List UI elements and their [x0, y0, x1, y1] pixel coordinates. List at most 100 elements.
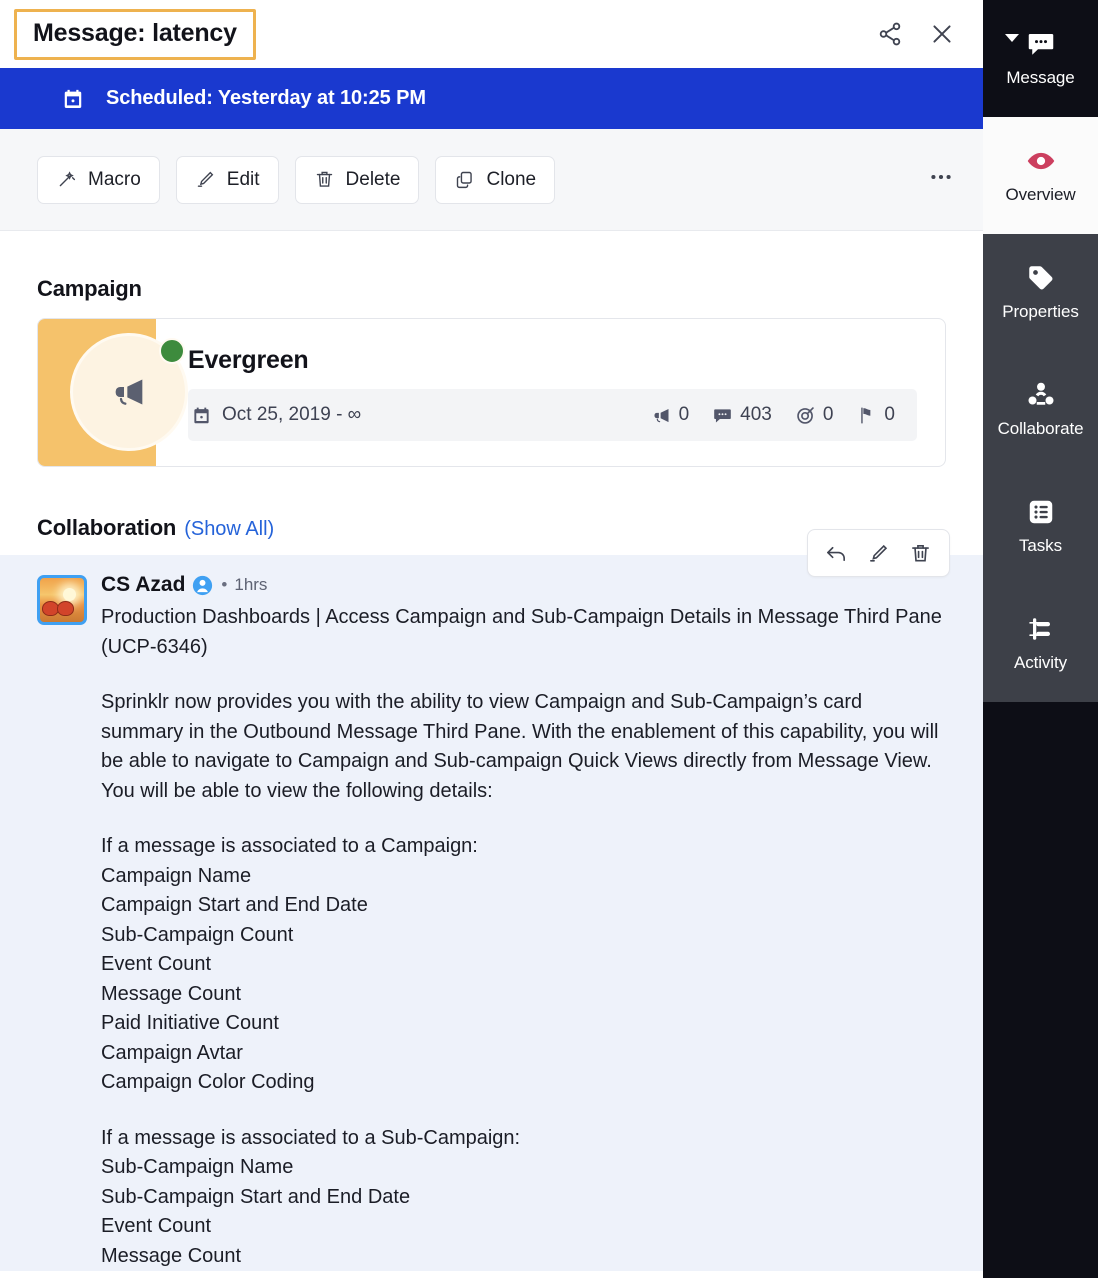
campaign-meta-row: Oct 25, 2019 - ∞ 0 403 0 0 — [188, 389, 917, 441]
megaphone-icon — [109, 372, 149, 412]
sidebar-item-overview-label: Overview — [1005, 185, 1076, 204]
main-pane: Message: latency Scheduled: Yesterday at… — [0, 0, 983, 1278]
list-icon — [1026, 497, 1056, 527]
campaign-date-range: Oct 25, 2019 - ∞ — [192, 404, 361, 426]
reply-icon[interactable] — [825, 542, 848, 565]
overflow-menu-button[interactable] — [921, 160, 961, 200]
list-item: Campaign Start and End Date — [101, 894, 368, 916]
campaign-name: Evergreen — [188, 346, 309, 374]
calendar-icon — [62, 88, 84, 110]
campaign-avatar — [70, 333, 190, 453]
sidebar-item-properties-label: Properties — [1002, 302, 1079, 321]
sunset-photo-avatar — [37, 575, 87, 625]
macro-button[interactable]: Macro — [37, 155, 160, 204]
list-item: Message Count — [101, 1244, 242, 1267]
magic-wand-icon — [56, 169, 77, 190]
note-body: Sprinklr now provides you with the abili… — [101, 691, 945, 802]
collaboration-show-all-link[interactable]: (Show All) — [184, 518, 274, 541]
sidebar-item-tasks-label: Tasks — [1019, 536, 1062, 555]
sidebar-item-collaborate[interactable]: Collaborate — [983, 351, 1098, 468]
note-separator: • — [221, 575, 228, 594]
delete-button[interactable]: Delete — [294, 155, 420, 204]
message-bubble-icon — [1026, 29, 1056, 59]
edit-button-label: Edit — [226, 168, 260, 190]
campaign-card[interactable]: Evergreen Oct 25, 2019 - ∞ 0 403 0 0 — [37, 318, 946, 467]
trash-icon — [314, 169, 335, 190]
stat-paid-initiatives-value: 0 — [822, 404, 834, 425]
pane-content: Campaign Evergreen Oct 25, 2019 - ∞ 0 40… — [0, 231, 983, 1271]
note-subcampaign-intro: If a message is associated to a Sub-Camp… — [101, 1126, 521, 1149]
list-item: Paid Initiative Count — [101, 1012, 279, 1034]
sidebar-item-activity-label: Activity — [1013, 653, 1068, 672]
stat-events: 0 — [856, 404, 895, 426]
user-badge-icon — [192, 575, 213, 596]
clone-button[interactable]: Clone — [435, 155, 556, 204]
scheduled-banner: Scheduled: Yesterday at 10:25 PM — [0, 68, 983, 129]
note-campaign-items: Campaign Name Campaign Start and End Date… — [101, 862, 946, 1098]
stat-events-value: 0 — [884, 404, 895, 425]
note-subcampaign-items: Sub-Campaign Name Sub-Campaign Start and … — [101, 1153, 946, 1271]
list-item: Campaign Name — [101, 864, 252, 887]
sidebar-item-properties[interactable]: Properties — [983, 234, 1098, 351]
collaboration-note: CS Azad • 1hrs Production Dashboards | A… — [0, 573, 983, 1271]
stat-messages-value: 403 — [740, 404, 772, 425]
pencil-icon — [195, 169, 216, 190]
target-icon — [795, 405, 816, 426]
list-item: Campaign Color Coding — [101, 1071, 315, 1093]
right-sidebar: Message Overview Properties Collaborate … — [983, 0, 1098, 1278]
tag-icon — [1026, 263, 1056, 293]
pane-header: Message: latency — [0, 0, 983, 68]
calendar-icon — [192, 406, 211, 425]
ellipsis-icon — [928, 164, 954, 195]
edit-button[interactable]: Edit — [175, 155, 279, 204]
collaboration-note-panel: CS Azad • 1hrs Production Dashboards | A… — [0, 529, 983, 1271]
list-item: Message Count — [101, 982, 242, 1005]
stat-sub-campaigns-value: 0 — [678, 404, 690, 425]
sidebar-item-message[interactable]: Message — [983, 0, 1098, 117]
clone-button-label: Clone — [486, 168, 537, 190]
chevron-down-icon[interactable] — [1005, 34, 1019, 42]
stat-sub-campaigns: 0 — [651, 404, 690, 426]
list-item: Event Count — [101, 953, 212, 975]
list-item: Event Count — [101, 1215, 212, 1237]
delete-button-label: Delete — [345, 168, 401, 190]
campaign-date-text: Oct 25, 2019 - ∞ — [222, 404, 362, 425]
list-item: Sub-Campaign Count — [101, 923, 294, 946]
list-item: Sub-Campaign Start and End Date — [101, 1185, 411, 1208]
campaign-body: Evergreen Oct 25, 2019 - ∞ 0 403 0 0 — [188, 319, 945, 466]
note-author: CS Azad — [101, 573, 186, 596]
campaign-section-title: Campaign — [37, 276, 142, 301]
message-third-pane: Message: latency Scheduled: Yesterday at… — [0, 0, 1098, 1278]
sidebar-item-tasks[interactable]: Tasks — [983, 468, 1098, 585]
share-icon[interactable] — [877, 21, 903, 47]
stat-messages: 403 — [712, 404, 772, 426]
note-action-toolbar — [807, 529, 950, 577]
list-item: Sub-Campaign Name — [101, 1156, 294, 1178]
sidebar-item-activity[interactable]: Activity — [983, 585, 1098, 702]
clone-icon — [454, 169, 475, 190]
note-timestamp: 1hrs — [234, 575, 268, 594]
sidebar-item-collaborate-label: Collaborate — [997, 419, 1084, 438]
flag-icon — [856, 405, 877, 426]
activity-icon — [1026, 614, 1056, 644]
action-toolbar: Macro Edit Delete Clone — [0, 129, 983, 231]
campaign-status-dot — [159, 338, 185, 364]
close-icon[interactable] — [929, 21, 955, 47]
megaphone-icon — [651, 405, 672, 426]
eye-icon — [1026, 146, 1056, 176]
stat-paid-initiatives: 0 — [795, 404, 834, 426]
sidebar-filler — [983, 702, 1098, 1278]
message-icon — [712, 405, 733, 426]
people-icon — [1026, 380, 1056, 410]
note-campaign-intro: If a message is associated to a Campaign… — [101, 835, 478, 857]
header-actions — [877, 21, 963, 47]
macro-button-label: Macro — [88, 168, 141, 190]
list-item: Campaign Avtar — [101, 1041, 243, 1064]
collaboration-title: Collaboration — [37, 515, 177, 540]
page-title: Message: latency — [14, 8, 256, 60]
sidebar-item-overview[interactable]: Overview — [983, 117, 1098, 234]
campaign-stats: 0 403 0 0 — [651, 404, 895, 426]
trash-icon[interactable] — [909, 542, 932, 565]
pencil-icon[interactable] — [867, 542, 890, 565]
note-subject: Production Dashboards | Access Campaign … — [101, 606, 942, 658]
